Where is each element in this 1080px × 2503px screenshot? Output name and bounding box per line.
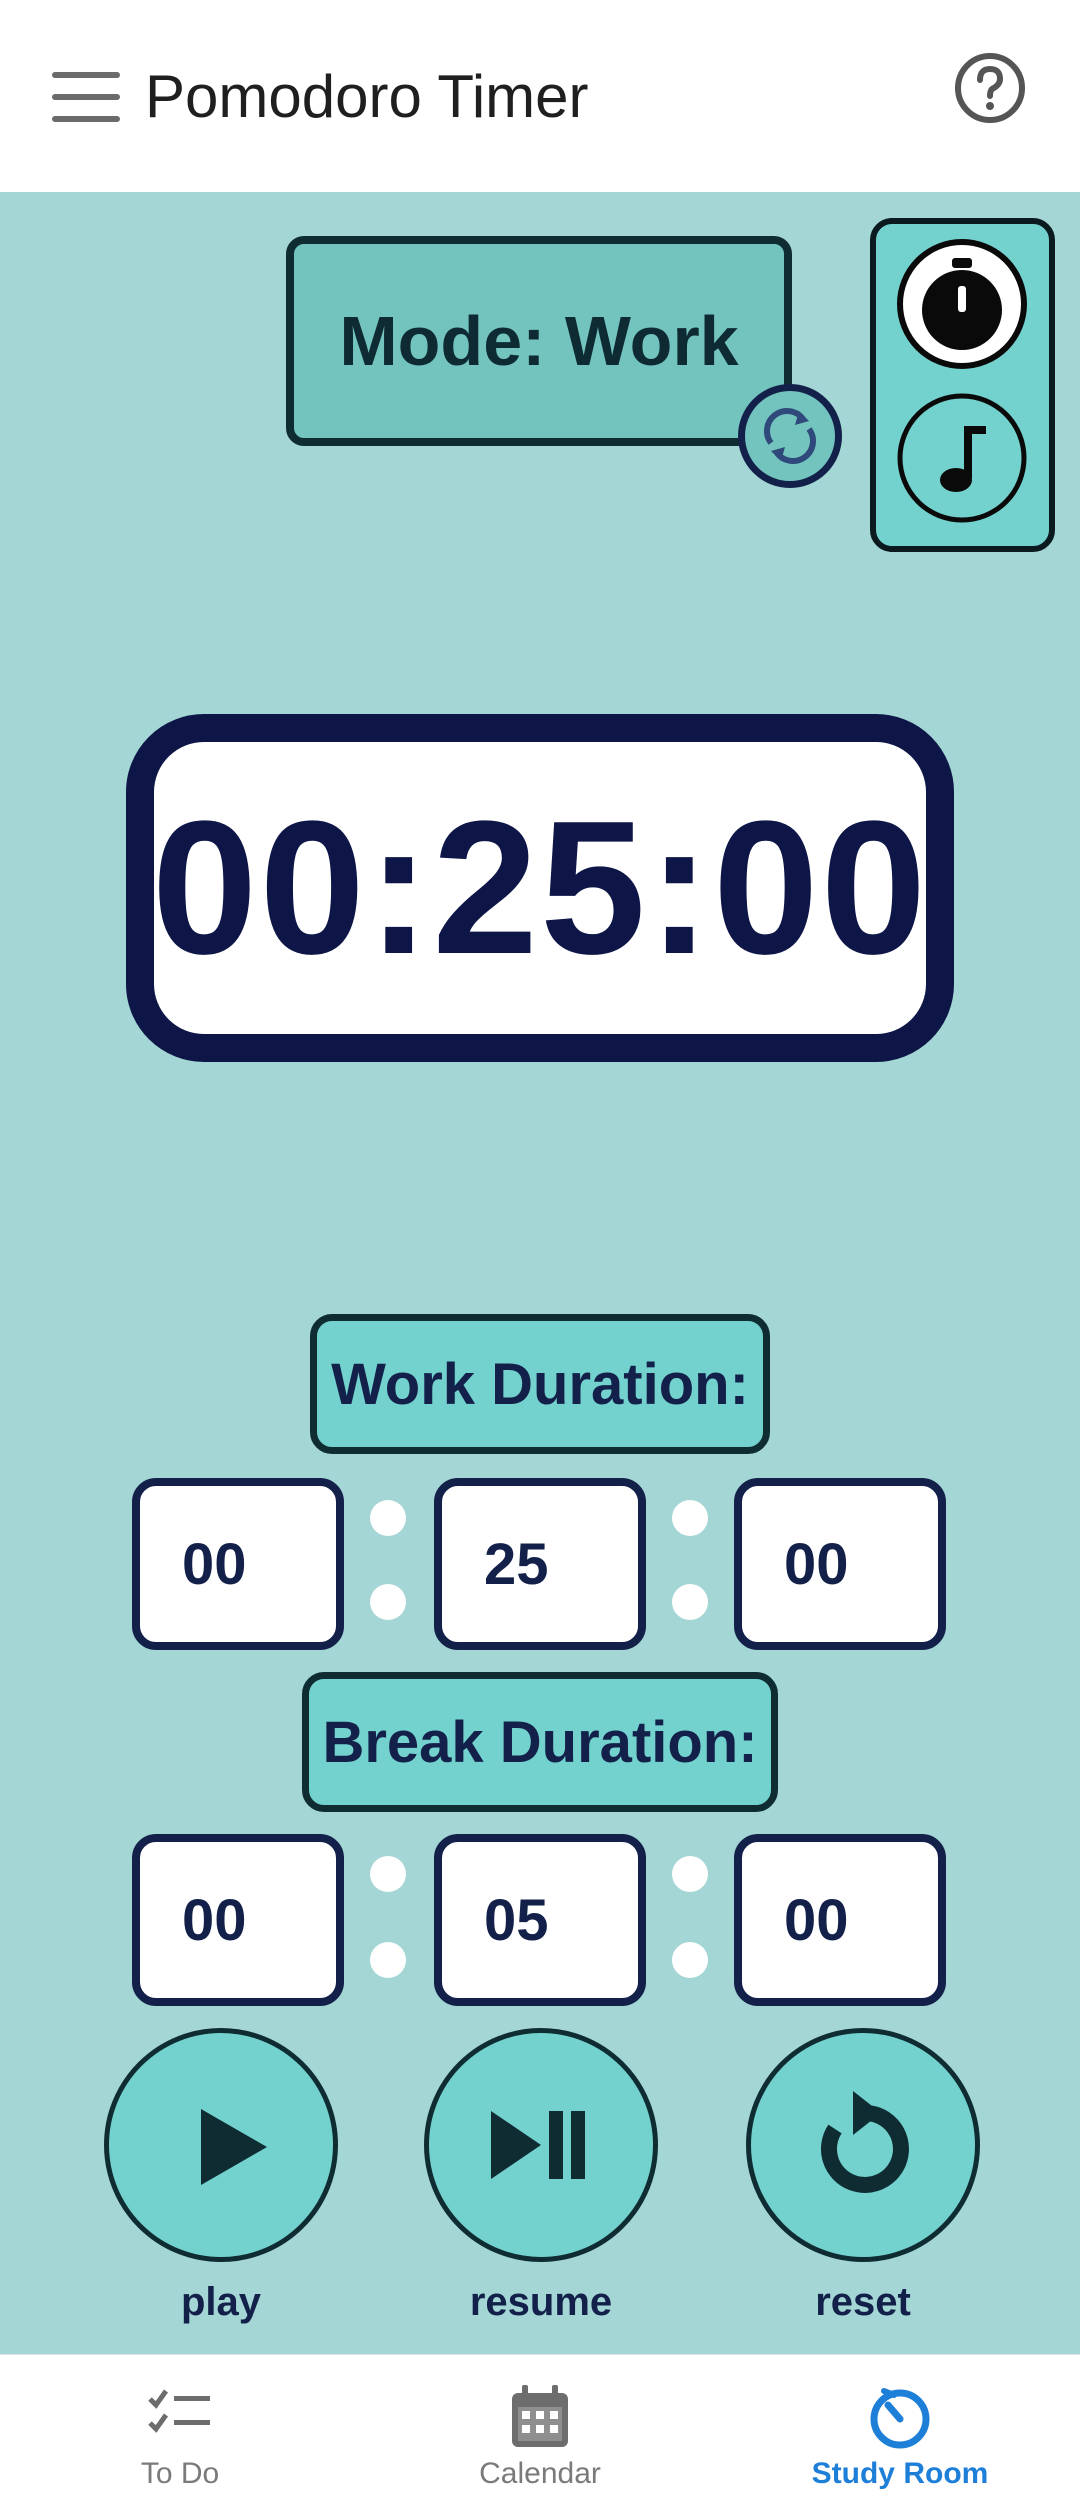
break-hours-field[interactable]: 00	[132, 1834, 344, 2006]
reset-icon	[820, 2091, 909, 2193]
nav-label-todo: To Do	[140, 2457, 220, 2490]
hamburger-menu-icon[interactable]	[52, 72, 120, 122]
timer-dial-icon	[870, 2388, 930, 2449]
timer-display: 00:25:00	[126, 714, 954, 1062]
separator-dot	[370, 1500, 406, 1536]
nav-item-todo[interactable]: To Do	[0, 2355, 360, 2503]
calendar-icon	[512, 2385, 568, 2447]
bottom-navigation: To Do Calendar Study Room	[0, 2354, 1080, 2503]
timer-text: 00:25:00	[151, 782, 929, 994]
separator-dot	[672, 1856, 708, 1892]
separator-dot	[672, 1500, 708, 1536]
sync-icon	[764, 408, 816, 464]
mode-toggle-button[interactable]	[738, 384, 842, 488]
separator-dot	[370, 1942, 406, 1978]
work-hours-field[interactable]: 00	[132, 1478, 344, 1650]
separator-dot	[370, 1856, 406, 1892]
app-bar: Pomodoro Timer	[0, 0, 1080, 192]
separator-dot	[370, 1584, 406, 1620]
work-seconds-field[interactable]: 00	[734, 1478, 946, 1650]
help-circle-icon[interactable]	[954, 52, 1026, 124]
resume-button[interactable]	[424, 2028, 658, 2262]
side-tools-panel	[870, 218, 1055, 552]
resume-label: resume	[469, 2280, 613, 2324]
stopwatch-icon[interactable]	[896, 238, 1028, 370]
work-minutes-field[interactable]: 25	[434, 1478, 646, 1650]
play-icon	[201, 2109, 267, 2185]
play-label: play	[180, 2280, 262, 2324]
work-duration-label: Work Duration:	[310, 1314, 770, 1454]
separator-dot	[672, 1942, 708, 1978]
play-button[interactable]	[104, 2028, 338, 2262]
nav-label-calendar: Calendar	[479, 2457, 601, 2490]
mode-indicator: Mode: Work	[286, 236, 792, 446]
reset-label: reset	[815, 2280, 911, 2324]
break-duration-label: Break Duration:	[302, 1672, 778, 1812]
checklist-icon	[148, 2389, 210, 2433]
nav-item-calendar[interactable]: Calendar	[360, 2355, 720, 2503]
break-minutes-field[interactable]: 05	[434, 1834, 646, 2006]
app-title: Pomodoro Timer	[145, 63, 589, 130]
play-pause-icon	[491, 2111, 585, 2179]
music-note-icon[interactable]	[896, 392, 1028, 524]
separator-dot	[672, 1584, 708, 1620]
reset-button[interactable]	[746, 2028, 980, 2262]
nav-item-study-room[interactable]: Study Room	[720, 2355, 1080, 2503]
nav-label-study-room: Study Room	[811, 2457, 989, 2490]
break-seconds-field[interactable]: 00	[734, 1834, 946, 2006]
